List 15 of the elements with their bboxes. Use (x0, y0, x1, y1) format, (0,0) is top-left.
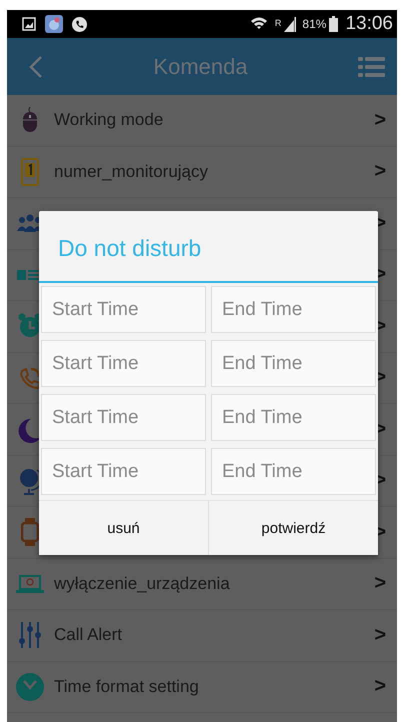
battery-percent: 81% (302, 17, 326, 31)
chevron-text: > (374, 675, 386, 698)
dialog-title: Do not disturb (39, 211, 378, 283)
menu-row-label: Time format setting (54, 676, 200, 697)
chevron-text: > (374, 624, 386, 647)
menu-row-label: Working mode (54, 110, 164, 130)
menu-row-label: Call Alert (54, 625, 124, 646)
page-title: Komenda (153, 54, 248, 80)
clock-time: 13:06 (345, 13, 393, 35)
chevron-text: > (374, 108, 386, 132)
roaming-indicator: R (274, 18, 282, 28)
menu-row-label: wyłączenie_urządzenia (54, 574, 231, 594)
chevron-text: > (374, 160, 386, 184)
menu-row-label: numer_monitorujący (54, 162, 210, 182)
chevron-text: > (374, 572, 386, 596)
